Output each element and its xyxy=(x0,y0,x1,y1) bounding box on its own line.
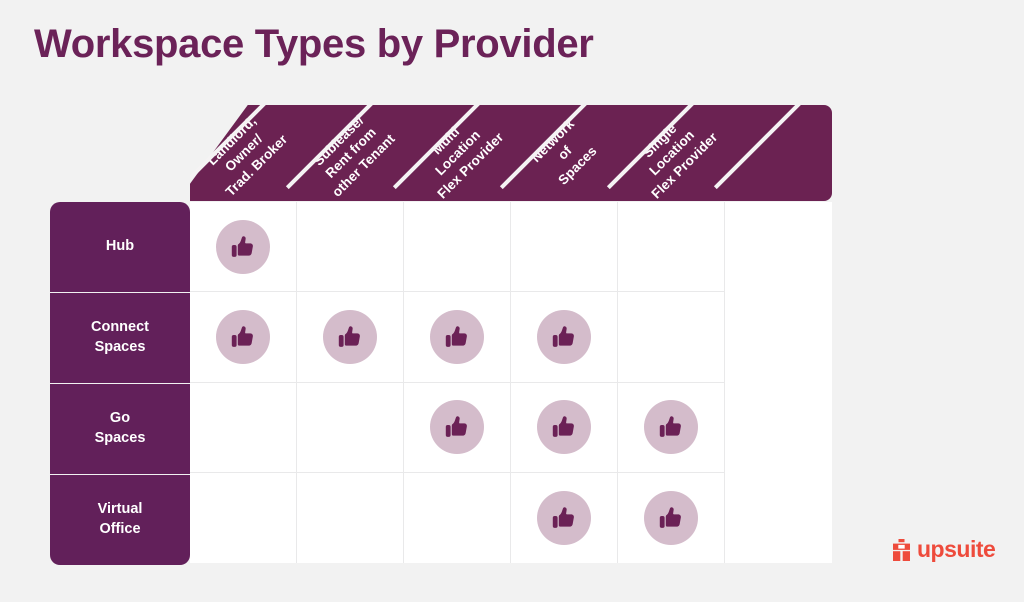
row-label-line: Go xyxy=(109,410,131,427)
thumbs-up-icon xyxy=(430,309,484,364)
column-header-landlord-owner-trad-broker: Landlord, Owner/Trad. Broker xyxy=(190,105,297,201)
thumbs-up-icon xyxy=(644,400,698,455)
column-header-multi-location-flex-provider: Multi Location Flex Provider xyxy=(404,105,511,201)
matrix-cell-go-spaces-sublease-rent-from-other-tenant xyxy=(297,382,404,473)
thumbs-up-icon xyxy=(430,400,484,455)
row-label-line: Spaces xyxy=(94,430,146,446)
thumbs-up-icon xyxy=(537,400,591,455)
column-header-label: Multi Location Flex Provider xyxy=(408,105,506,201)
matrix-cell-go-spaces-network-of-spaces xyxy=(511,382,618,473)
matrix-cell-virtual-office-single-location-flex-provider xyxy=(725,473,832,563)
matrix-cell-hub-network-of-spaces xyxy=(511,202,618,293)
column-header-network-of-spaces: Network of Spaces xyxy=(511,105,618,201)
matrix-cell-go-spaces-single-location-flex-provider xyxy=(618,382,725,473)
upsuite-logo: upsuite xyxy=(893,536,996,562)
matrix-cell-connect-spaces-single-location-flex-provider xyxy=(618,292,725,383)
matrix-cell-virtual-office-network-of-spaces xyxy=(511,472,618,563)
matrix-grid xyxy=(190,202,832,563)
thumbs-up-icon xyxy=(537,309,591,364)
row-label-go-spaces: Go Spaces xyxy=(50,384,190,474)
matrix-cell-go-spaces-single-location-flex-provider xyxy=(725,383,832,473)
row-label-line: Connect xyxy=(91,319,149,336)
matrix-cell-virtual-office-single-location-flex-provider xyxy=(618,472,725,563)
row-label-hub: Hub xyxy=(50,202,190,292)
matrix-cell-hub-single-location-flex-provider xyxy=(725,202,832,292)
upsuite-wordmark: upsuite xyxy=(917,536,996,562)
matrix-cell-connect-spaces-single-location-flex-provider xyxy=(725,292,832,382)
page-title: Workspace Types by Provider xyxy=(34,22,594,66)
upsuite-mark-icon xyxy=(893,538,910,561)
matrix-cell-virtual-office-landlord-owner-trad-broker xyxy=(190,472,297,563)
column-header-sublease-rent-from-other-tenant: Sublease/Rent from other Tenant xyxy=(297,105,404,201)
matrix-cell-hub-multi-location-flex-provider xyxy=(404,202,511,293)
row-label-line: Hub xyxy=(105,238,135,255)
row-label-line: Spaces xyxy=(94,339,146,355)
workspace-types-matrix: Landlord, Owner/Trad. Broker Sublease/Rent… xyxy=(50,100,840,570)
row-label-connect-spaces: Connect Spaces xyxy=(50,293,190,383)
matrix-cell-virtual-office-sublease-rent-from-other-tenant xyxy=(297,472,404,563)
matrix-cell-virtual-office-multi-location-flex-provider xyxy=(404,472,511,563)
thumbs-up-icon xyxy=(216,309,270,364)
thumbs-up-icon xyxy=(323,309,377,364)
matrix-cell-hub-landlord-owner-trad-broker xyxy=(190,202,297,293)
matrix-cell-connect-spaces-sublease-rent-from-other-tenant xyxy=(297,292,404,383)
row-label-line: Office xyxy=(99,521,141,537)
column-header-label: Single Location Flex Provider xyxy=(622,105,720,201)
matrix-cell-go-spaces-multi-location-flex-provider xyxy=(404,382,511,473)
row-label-column: Hub Connect Spaces Go Spaces Virtual Office xyxy=(50,202,190,565)
column-header-band: Landlord, Owner/Trad. Broker Sublease/Rent… xyxy=(190,105,832,201)
column-header-single-location-flex-provider: Single Location Flex Provider xyxy=(618,105,725,201)
matrix-cell-go-spaces-landlord-owner-trad-broker xyxy=(190,382,297,473)
row-label-line: Virtual xyxy=(97,501,143,518)
thumbs-up-icon xyxy=(537,490,591,545)
thumbs-up-icon xyxy=(644,490,698,545)
matrix-cell-hub-single-location-flex-provider xyxy=(618,202,725,293)
matrix-cell-connect-spaces-landlord-owner-trad-broker xyxy=(190,292,297,383)
thumbs-up-icon xyxy=(216,219,270,274)
row-label-virtual-office: Virtual Office xyxy=(50,475,190,565)
matrix-cell-connect-spaces-network-of-spaces xyxy=(511,292,618,383)
matrix-cell-connect-spaces-multi-location-flex-provider xyxy=(404,292,511,383)
matrix-cell-hub-sublease-rent-from-other-tenant xyxy=(297,202,404,293)
